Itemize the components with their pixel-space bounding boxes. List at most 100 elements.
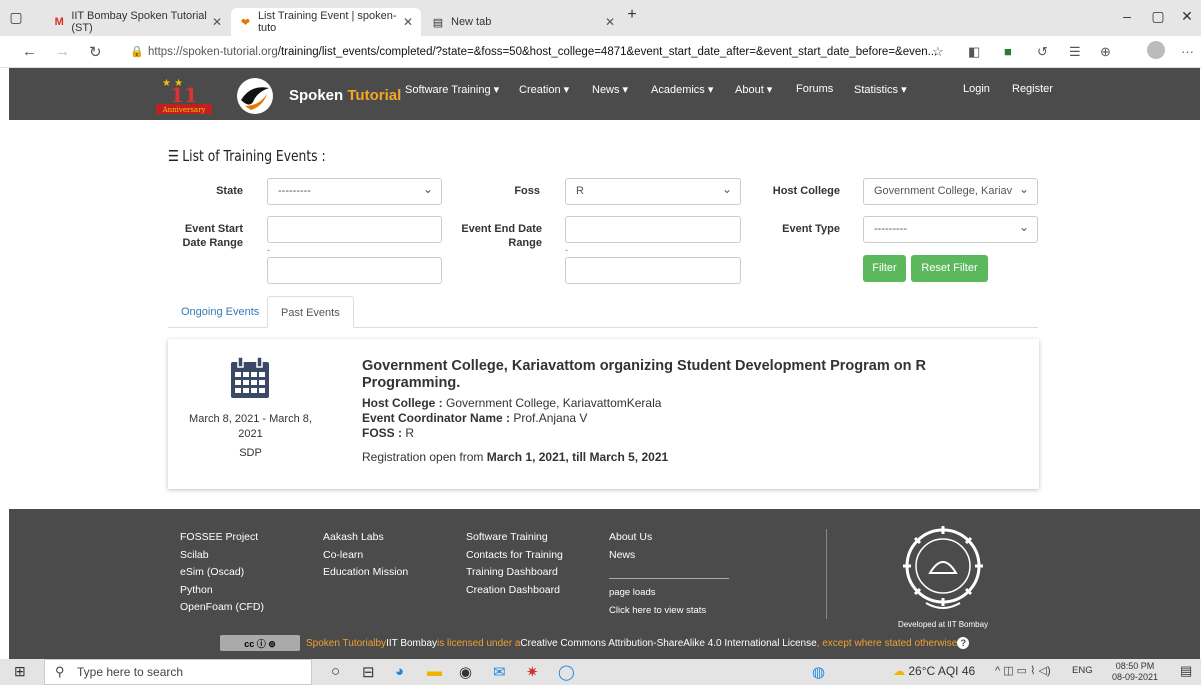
help-icon[interactable]: ?: [957, 637, 970, 649]
browser-tab-gmail[interactable]: M IIT Bombay Spoken Tutorial (ST) ✕: [45, 8, 230, 36]
forward-icon[interactable]: →: [55, 43, 70, 60]
footer-link[interactable]: Creation Dashboard: [466, 582, 563, 600]
footer-link[interactable]: Aakash Labs: [323, 529, 408, 547]
chrome-icon[interactable]: ◉: [459, 663, 472, 681]
event-type-badge: SDP: [239, 447, 262, 459]
developed-at-text: Developed at IIT Bombay: [897, 620, 989, 629]
site-brand[interactable]: Spoken Tutorial: [289, 87, 401, 104]
notifications-icon[interactable]: ▤: [1180, 663, 1192, 679]
event-registration: Registration open from March 1, 2021, ti…: [362, 450, 668, 464]
extension-icon[interactable]: ■: [1004, 44, 1012, 59]
tab-ongoing-events[interactable]: Ongoing Events: [168, 296, 272, 328]
weather-widget[interactable]: ☁ 26°C AQI 46: [893, 664, 975, 678]
maximize-icon[interactable]: ▢: [1148, 8, 1168, 25]
spoken-tutorial-logo[interactable]: [231, 76, 279, 116]
state-select[interactable]: ---------: [267, 177, 442, 205]
browser-tab-bar: ▢ M IIT Bombay Spoken Tutorial (ST) ✕ ❤ …: [0, 0, 1201, 36]
license-text: by: [375, 637, 387, 649]
url-input[interactable]: 🔒 https://spoken-tutorial.org/training/l…: [128, 41, 940, 63]
close-tab-icon[interactable]: ✕: [212, 15, 222, 29]
nav-about[interactable]: About ▾: [735, 83, 772, 96]
language-indicator[interactable]: ENG: [1072, 665, 1093, 676]
cortana-circle-icon[interactable]: ◯: [558, 663, 575, 681]
browser-tab-active[interactable]: ❤ List Training Event | spoken-tuto ✕: [231, 8, 421, 36]
license-line: cc ⓘ ⊚ Spoken Tutorial by IIT Bombay is …: [220, 634, 970, 652]
profile-avatar[interactable]: [1147, 41, 1165, 59]
reset-filter-button[interactable]: Reset Filter: [911, 255, 988, 282]
search-placeholder: Type here to search: [77, 665, 184, 679]
system-tray-icons[interactable]: ^ ◫ ▭ ⌇ ◁): [995, 664, 1051, 677]
footer-col-about: About Us News: [609, 529, 652, 564]
view-stats-link[interactable]: Click here to view stats: [609, 602, 706, 620]
nav-academics[interactable]: Academics ▾: [651, 83, 713, 96]
clock[interactable]: 08:50 PM 08-09-2021: [1112, 661, 1158, 683]
new-tab-plus-icon[interactable]: +: [622, 6, 642, 24]
nav-forums[interactable]: Forums: [796, 83, 833, 95]
svg-text:11: 11: [170, 83, 198, 107]
cortana-icon[interactable]: ○: [331, 663, 340, 680]
nav-register[interactable]: Register: [1012, 83, 1053, 95]
close-tab-icon[interactable]: ✕: [605, 15, 615, 29]
host-college-select-value: Government College, Kariav: [874, 185, 1013, 197]
event-start-date-before-input[interactable]: [267, 257, 442, 284]
file-explorer-icon[interactable]: ▬: [427, 663, 442, 680]
footer-link[interactable]: eSim (Oscad): [180, 564, 264, 582]
footer-link[interactable]: Education Mission: [323, 564, 408, 582]
windows-start-icon[interactable]: ⊞: [14, 663, 26, 680]
close-window-icon[interactable]: ✕: [1177, 8, 1197, 25]
more-menu-icon[interactable]: ···: [1181, 44, 1194, 59]
footer-link[interactable]: Contacts for Training: [466, 547, 563, 565]
footer-link[interactable]: Python: [180, 582, 264, 600]
url-host: https://spoken-tutorial.org: [148, 46, 278, 58]
favorite-icon[interactable]: ☆: [932, 44, 944, 60]
event-end-date-after-input[interactable]: [565, 216, 741, 243]
nav-login[interactable]: Login: [963, 83, 990, 95]
event-start-date-after-input[interactable]: [267, 216, 442, 243]
reload-icon[interactable]: ↻: [89, 43, 102, 61]
extension-icon[interactable]: ◧: [968, 44, 980, 60]
event-type-select[interactable]: ---------: [863, 215, 1038, 243]
footer-link[interactable]: News: [609, 547, 652, 565]
event-end-date-before-input[interactable]: [565, 257, 741, 284]
cc-license-link[interactable]: Creative Commons Attribution-ShareAlike …: [520, 638, 816, 649]
tab-past-events[interactable]: Past Events: [267, 296, 354, 328]
footer-link[interactable]: Training Dashboard: [466, 564, 563, 582]
event-title: Government College, Kariavattom organizi…: [362, 358, 926, 391]
minimize-icon[interactable]: –: [1117, 8, 1137, 24]
extension-icon[interactable]: ↺: [1037, 44, 1048, 60]
task-view-icon[interactable]: ⊟: [362, 663, 375, 681]
tab-actions-icon[interactable]: ▢: [6, 9, 26, 26]
footer-link[interactable]: OpenFoam (CFD): [180, 599, 264, 617]
anniversary-logo: ★ ★ 11 Anniversary: [156, 78, 212, 114]
iit-bombay-seal-icon: [903, 526, 983, 609]
nav-creation[interactable]: Creation ▾: [519, 83, 569, 96]
footer-link[interactable]: FOSSEE Project: [180, 529, 264, 547]
favorites-icon[interactable]: ☰: [1069, 44, 1081, 60]
taskbar-search-input[interactable]: ⚲ Type here to search: [44, 659, 312, 685]
app-icon[interactable]: ✷: [526, 663, 539, 681]
browser-tab-newtab[interactable]: ▤ New tab ✕: [423, 8, 623, 36]
page-title-text: List of Training Events :: [182, 147, 326, 165]
nav-software-training[interactable]: Software Training ▾: [405, 83, 499, 96]
footer-link[interactable]: Software Training: [466, 529, 563, 547]
collections-icon[interactable]: ⊕: [1100, 44, 1111, 60]
event-date-range: March 8, 2021 - March 8, 2021: [178, 412, 323, 442]
foss-select[interactable]: R: [565, 177, 741, 205]
close-tab-icon[interactable]: ✕: [403, 15, 413, 29]
back-icon[interactable]: ←: [22, 43, 37, 60]
footer-link[interactable]: Scilab: [180, 547, 264, 565]
event-host-college: Host College : Government College, Karia…: [362, 396, 661, 410]
address-bar: ← → ↻ 🔒 https://spoken-tutorial.org/trai…: [0, 36, 1201, 68]
field-label: FOSS :: [362, 426, 403, 440]
cc-by-sa-badge-icon[interactable]: cc ⓘ ⊚: [220, 635, 300, 651]
footer-link[interactable]: Co-learn: [323, 547, 408, 565]
host-college-select[interactable]: Government College, Kariav: [863, 178, 1038, 205]
help-app-icon[interactable]: ◍: [812, 663, 825, 681]
iit-bombay-link[interactable]: IIT Bombay: [386, 638, 437, 649]
mail-icon[interactable]: ✉: [493, 663, 506, 681]
nav-news[interactable]: News ▾: [592, 83, 628, 96]
filter-button[interactable]: Filter: [863, 255, 906, 282]
footer-link[interactable]: About Us: [609, 529, 652, 547]
edge-icon[interactable]: ◕: [395, 663, 404, 680]
nav-statistics[interactable]: Statistics ▾: [854, 83, 907, 96]
